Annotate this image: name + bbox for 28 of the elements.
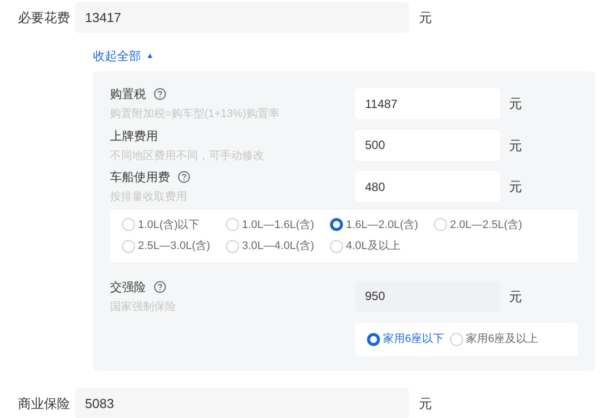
amount-field[interactable]: 500 bbox=[355, 130, 500, 161]
amount-field[interactable]: 480 bbox=[355, 171, 500, 202]
amount-field[interactable]: 5083 bbox=[75, 388, 409, 418]
item-label: 车船使用费 bbox=[110, 169, 170, 186]
radio-option[interactable]: 1.0L—1.6L(含) bbox=[226, 216, 324, 233]
unit-label: 元 bbox=[509, 136, 522, 154]
radio-option[interactable]: 3.0L—4.0L(含) bbox=[226, 238, 324, 254]
radio-option[interactable]: 1.0L(含)以下 bbox=[122, 216, 220, 233]
unit-label: 元 bbox=[509, 288, 522, 306]
unit-label: 元 bbox=[419, 8, 432, 27]
unit-label: 元 bbox=[509, 95, 522, 113]
radio-option[interactable]: 1.6L—2.0L(含) bbox=[330, 216, 428, 233]
collapse-link[interactable]: 收起全部 ▲ bbox=[93, 47, 154, 65]
item-label: 交强险 bbox=[110, 278, 146, 296]
field-label: 商业保险 bbox=[17, 394, 71, 413]
item-label: 购置税 bbox=[110, 86, 146, 103]
help-icon[interactable] bbox=[178, 171, 190, 183]
caret-icon: ▲ bbox=[146, 50, 154, 62]
amount-field[interactable]: 13417 bbox=[75, 2, 409, 33]
unit-label: 元 bbox=[419, 394, 432, 413]
radio-option[interactable]: 2.5L—3.0L(含) bbox=[122, 238, 220, 254]
radio-option[interactable]: 2.0L—2.5L(含) bbox=[434, 216, 532, 233]
amount-field[interactable]: 11487 bbox=[355, 88, 500, 120]
help-icon[interactable] bbox=[154, 88, 166, 100]
item-label: 上牌费用 bbox=[110, 128, 158, 144]
radio-option[interactable]: 4.0L及以上 bbox=[330, 238, 428, 254]
field-label: 必要花费 bbox=[17, 8, 71, 27]
unit-label: 元 bbox=[509, 178, 522, 196]
